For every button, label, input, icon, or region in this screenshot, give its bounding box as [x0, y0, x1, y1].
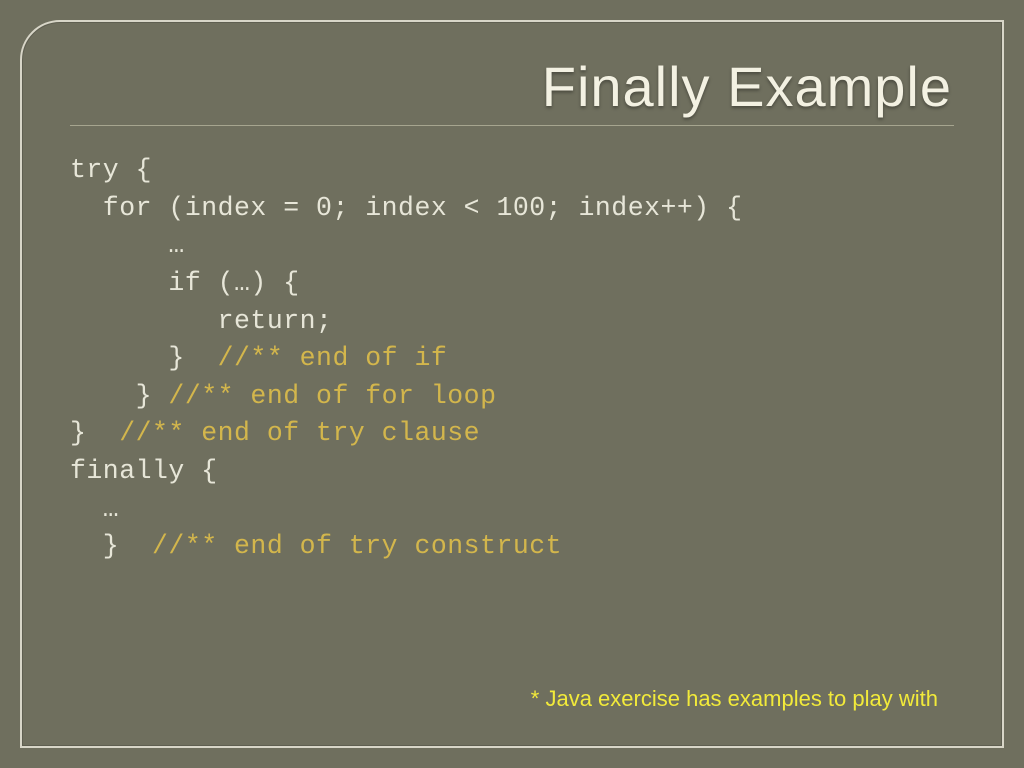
code-comment: //** end of try construct [152, 531, 562, 561]
code-line: try { [70, 155, 152, 185]
code-comment: //** end of try clause [119, 418, 480, 448]
code-line: if (…) { [70, 268, 300, 298]
slide-title: Finally Example [68, 54, 952, 119]
title-underline [70, 125, 954, 126]
code-line: … [70, 230, 185, 260]
code-line: for (index = 0; index < 100; index++) { [70, 193, 743, 223]
code-block: try { for (index = 0; index < 100; index… [70, 152, 956, 566]
code-line: } [70, 343, 218, 373]
footnote: * Java exercise has examples to play wit… [531, 686, 938, 712]
code-line: finally { [70, 456, 218, 486]
code-line: } [70, 418, 119, 448]
code-line: } [70, 381, 168, 411]
code-line: return; [70, 306, 332, 336]
code-line: } [70, 531, 152, 561]
code-line: … [70, 494, 119, 524]
slide-frame: Finally Example try { for (index = 0; in… [20, 20, 1004, 748]
code-comment: //** end of if [218, 343, 448, 373]
code-comment: //** end of for loop [168, 381, 496, 411]
